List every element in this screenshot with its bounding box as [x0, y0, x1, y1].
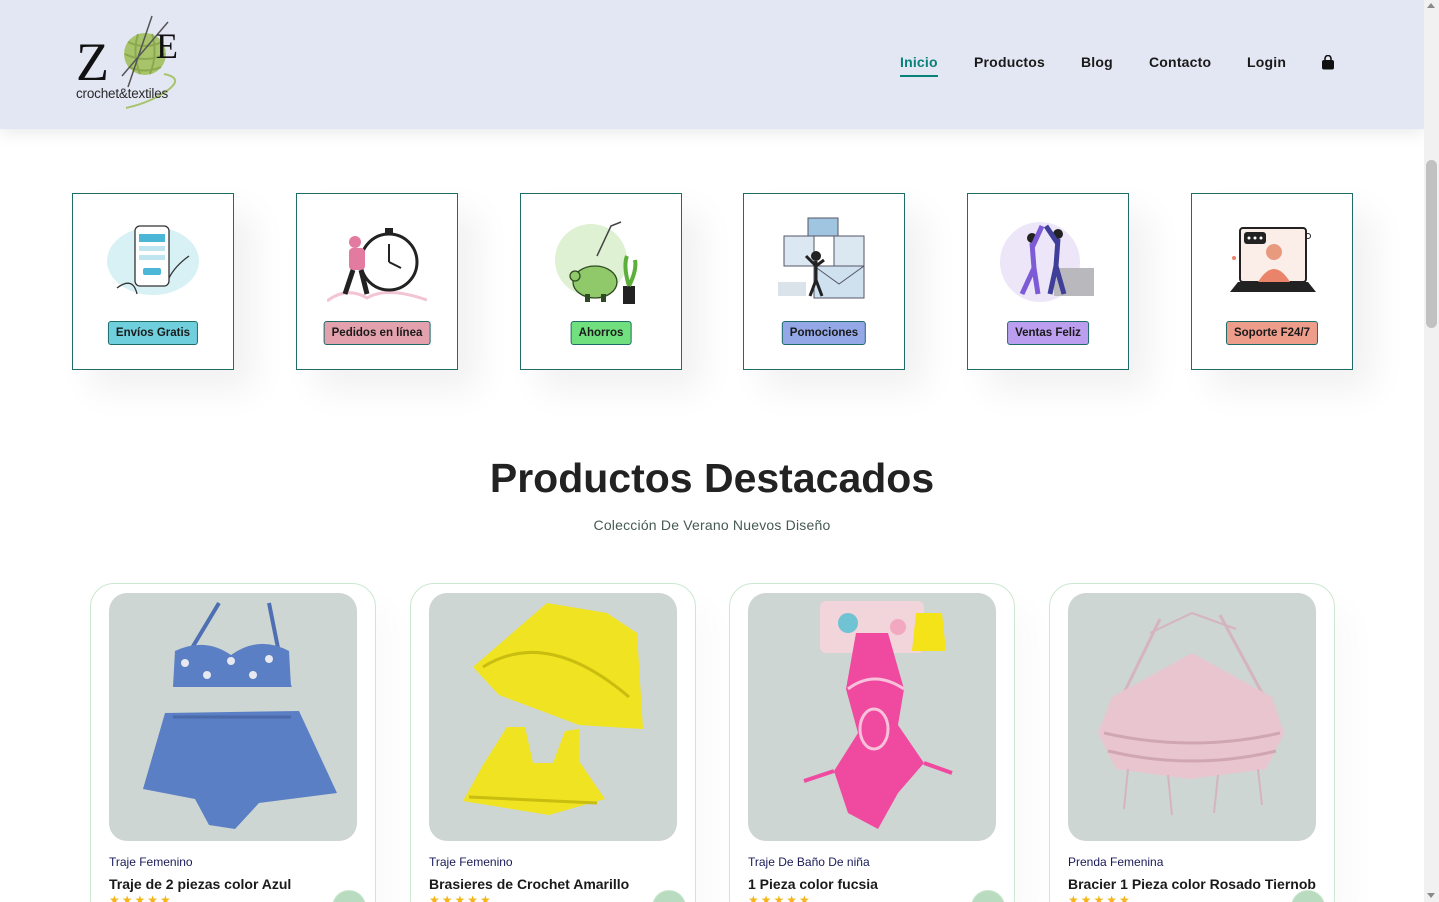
- nav-productos[interactable]: Productos: [974, 54, 1045, 70]
- scroll-up-arrow-icon[interactable]: [1427, 3, 1435, 8]
- scroll-thumb[interactable]: [1426, 160, 1437, 328]
- feature-pomociones[interactable]: Pomociones: [743, 193, 905, 370]
- feature-ventas-feliz[interactable]: Ventas Feliz: [967, 193, 1129, 370]
- product-card[interactable]: Prenda Femenina Bracier 1 Pieza color Ro…: [1049, 583, 1335, 902]
- shopping-bag-icon[interactable]: [1321, 54, 1335, 70]
- product-card[interactable]: Traje De Baño De niña 1 Pieza color fucs…: [729, 583, 1015, 902]
- scroll-down-arrow-icon[interactable]: [1427, 893, 1435, 898]
- product-image[interactable]: [748, 593, 996, 841]
- nav-blog[interactable]: Blog: [1081, 54, 1113, 70]
- product-card[interactable]: Traje Femenino Traje de 2 piezas color A…: [90, 583, 376, 902]
- product-name[interactable]: Traje de 2 piezas color Azul: [109, 876, 291, 892]
- products-section-title: Productos Destacados: [489, 455, 935, 501]
- star-rating-icon: ★★★★★: [748, 893, 812, 902]
- product-name[interactable]: Bracier 1 Pieza color Rosado Tiernob: [1068, 876, 1316, 892]
- feature-label: Soporte F24/7: [1225, 321, 1319, 345]
- add-to-cart-button[interactable]: [652, 890, 686, 902]
- phone-payment-icon: [107, 225, 199, 295]
- feature-soporte-f24-7[interactable]: Soporte F24/7: [1191, 193, 1353, 370]
- feature-envios-gratis[interactable]: Envíos Gratis: [72, 193, 234, 370]
- product-brand: Traje Femenino: [429, 855, 513, 869]
- add-to-cart-button[interactable]: [332, 890, 366, 902]
- product-image[interactable]: [1068, 593, 1316, 841]
- product-image[interactable]: [109, 593, 357, 841]
- product-image[interactable]: [429, 593, 677, 841]
- promotions-icon: [778, 217, 865, 299]
- product-brand: Traje Femenino: [109, 855, 193, 869]
- star-rating-icon: ★★★★★: [1068, 893, 1132, 902]
- active-underline: [900, 75, 938, 77]
- feature-label: Pedidos en línea: [323, 321, 431, 345]
- product-card[interactable]: Traje Femenino Brasieres de Crochet Amar…: [410, 583, 696, 902]
- vertical-scrollbar[interactable]: [1424, 0, 1439, 902]
- site-header: Z E crochet&textiles Inicio Productos Bl…: [0, 0, 1424, 129]
- main-nav: Inicio Productos Blog Contacto Login: [0, 0, 1424, 129]
- feature-label: Pomociones: [781, 321, 867, 345]
- products-section-subtitle: Colección De Verano Nuevos Diseño: [593, 517, 831, 533]
- nav-label: Inicio: [900, 54, 938, 70]
- piggy-bank-icon: [555, 221, 638, 304]
- nav-contacto[interactable]: Contacto: [1149, 54, 1211, 70]
- nav-inicio[interactable]: Inicio: [900, 54, 938, 77]
- high-five-icon: [1000, 222, 1094, 302]
- product-brand: Prenda Femenina: [1068, 855, 1164, 869]
- add-to-cart-button[interactable]: [971, 890, 1005, 902]
- stopwatch-delivery-icon: [327, 228, 427, 303]
- feature-ahorros[interactable]: Ahorros: [520, 193, 682, 370]
- star-rating-icon: ★★★★★: [109, 893, 173, 902]
- star-rating-icon: ★★★★★: [429, 893, 493, 902]
- feature-pedidos-en-linea[interactable]: Pedidos en línea: [296, 193, 458, 370]
- product-name[interactable]: Brasieres de Crochet Amarillo: [429, 876, 629, 892]
- support-laptop-icon: [1230, 227, 1316, 292]
- feature-label: Envíos Gratis: [107, 321, 199, 345]
- product-brand: Traje De Baño De niña: [748, 855, 870, 869]
- feature-label: Ahorros: [570, 321, 632, 345]
- features-section: Envíos Gratis Pedidos en línea Ahorros P…: [0, 193, 1424, 371]
- nav-login[interactable]: Login: [1247, 54, 1286, 70]
- product-name[interactable]: 1 Pieza color fucsia: [748, 876, 878, 892]
- feature-label: Ventas Feliz: [1007, 321, 1089, 345]
